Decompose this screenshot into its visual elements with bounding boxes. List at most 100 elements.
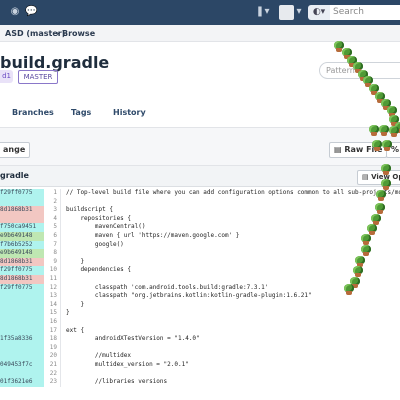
code-line: } [66, 300, 85, 308]
commit-hash [0, 326, 44, 336]
line-number[interactable]: 4 [44, 214, 61, 224]
line-number[interactable]: 10 [44, 266, 61, 275]
line-number[interactable]: 3 [44, 206, 61, 215]
potted-plant-icon [380, 164, 392, 175]
avatar[interactable] [279, 5, 294, 20]
search-scope-icon[interactable]: ◐▾ [308, 5, 330, 20]
blame-row: 14 } [0, 300, 400, 310]
chevron-down-icon[interactable]: ▾ [296, 6, 302, 18]
commit-hash[interactable]: f750ca9451 [0, 223, 44, 232]
line-number[interactable]: 23 [44, 378, 61, 387]
code-line: buildscript { [66, 206, 113, 214]
chat-icon[interactable]: 💬 [25, 6, 37, 18]
line-number[interactable]: 1 [44, 189, 61, 198]
tab-branches[interactable]: Branches [12, 108, 54, 117]
commit-hash[interactable]: 8d1868b31 [0, 206, 44, 215]
blame-row: f7b6b5252 7 google() [0, 240, 400, 250]
breadcrumb: ASD (master) › Browse [0, 25, 400, 42]
commit-hash[interactable]: f29ff0775 [0, 266, 44, 275]
line-number[interactable]: 8 [44, 249, 61, 258]
tab-tags[interactable]: Tags [71, 108, 91, 117]
blame-row: 20 //multidex [0, 352, 400, 361]
commit-hash [0, 292, 44, 301]
code-line: // Top-level build file where you can ad… [66, 189, 400, 196]
commit-hash[interactable]: e9b649148 [0, 232, 44, 241]
line-number[interactable]: 20 [44, 352, 61, 361]
potted-plant-icon [380, 179, 392, 190]
commit-hash[interactable]: f29ff0775 [0, 283, 44, 293]
file-icon: ▤ [362, 173, 372, 181]
potted-plant-icon [352, 266, 364, 277]
commit-hash[interactable]: f29ff0775 [0, 189, 44, 198]
line-number[interactable]: 2 [44, 197, 61, 207]
commit-hash [0, 343, 44, 353]
blame-row: 13 classpath "org.jetbrains.kotlin:kotli… [0, 292, 400, 301]
blame-row: 049453f7c 21 multidex_version = "2.0.1" [0, 361, 400, 370]
blame-row: 4 repositories { [0, 214, 400, 224]
view-options-button[interactable]: ▤ View Op [357, 170, 400, 185]
blame-row: f750ca9451 5 mavenCentral() [0, 223, 400, 232]
potted-plant-icon [388, 126, 400, 137]
line-number[interactable]: 6 [44, 232, 61, 241]
breadcrumb-separator: › [56, 29, 60, 38]
blame-row: f29ff0775 1 // Top-level build file where … [0, 189, 400, 198]
blame-row: 8d1868b31 3 buildscript { [0, 206, 400, 215]
commit-hash[interactable]: 01f3621e6 [0, 378, 44, 387]
commit-hash[interactable]: 8d1868b31 [0, 275, 44, 284]
tabs-bar: Branches Tags History [0, 100, 400, 128]
blame-row: f29ff0775 10 dependencies { [0, 266, 400, 275]
branch-badge[interactable]: MASTER [18, 70, 58, 84]
line-number[interactable]: 14 [44, 300, 61, 310]
potted-plant-icon [360, 245, 372, 256]
line-number[interactable]: 9 [44, 257, 61, 267]
commit-hash[interactable]: f7b6b5252 [0, 240, 44, 250]
commit-hash [0, 197, 44, 207]
line-number[interactable]: 7 [44, 240, 61, 250]
change-button[interactable]: ange [0, 142, 31, 158]
line-number[interactable]: 17 [44, 326, 61, 336]
commit-hash[interactable]: e9b649148 [0, 249, 44, 258]
code-line: repositories { [66, 214, 132, 222]
commit-hash [0, 318, 44, 327]
chevron-down-icon[interactable]: ▾ [264, 6, 270, 18]
commit-hash[interactable]: 8d1868b31 [0, 257, 44, 267]
file-toolbar: ange ▤ Raw File % [0, 128, 400, 166]
line-number[interactable]: 12 [44, 283, 61, 293]
line-number[interactable]: 22 [44, 369, 61, 379]
line-number[interactable]: 11 [44, 275, 61, 284]
code-line: //libraries versions [66, 378, 168, 386]
tab-history[interactable]: History [113, 108, 146, 117]
line-number[interactable]: 15 [44, 309, 61, 318]
breadcrumb-browse[interactable]: Browse [62, 25, 95, 42]
line-number[interactable]: 16 [44, 318, 61, 327]
blame-row: e9b649148 6 maven { url 'https://maven.go… [0, 232, 400, 241]
line-number[interactable]: 13 [44, 292, 61, 301]
code-line: google() [66, 240, 124, 248]
blame-view: f29ff0775 1// Top-level build file where … [0, 187, 400, 400]
blame-row: f29ff0775 12 classpath 'com.android.tools… [0, 283, 400, 293]
commit-hash[interactable]: 1f35a8336 [0, 335, 44, 344]
blame-row: 22 [0, 369, 400, 379]
line-number[interactable]: 21 [44, 361, 61, 370]
broadcast-icon[interactable]: ◉ [9, 6, 21, 18]
line-number[interactable]: 5 [44, 223, 61, 232]
blame-row: 2 [0, 197, 400, 207]
blame-row: 16 [0, 318, 400, 327]
commit-hash [0, 309, 44, 318]
top-navigation-bar: ◉ 💬 ❚ ▾ ▾ ◐▾ Search [0, 0, 400, 25]
commit-hash [0, 300, 44, 310]
potted-plant-icon [381, 140, 393, 151]
code-line: androidXTestVersion = "1.4.0" [66, 335, 200, 343]
line-number[interactable]: 19 [44, 343, 61, 353]
file-icon: ▤ [334, 145, 345, 154]
code-line: dependencies { [66, 266, 132, 274]
commit-pill[interactable]: d1 [0, 70, 13, 83]
line-number[interactable]: 18 [44, 335, 61, 344]
blame-row: 15} [0, 309, 400, 318]
search-input[interactable]: Search [330, 5, 400, 20]
commit-hash[interactable]: 049453f7c [0, 361, 44, 370]
